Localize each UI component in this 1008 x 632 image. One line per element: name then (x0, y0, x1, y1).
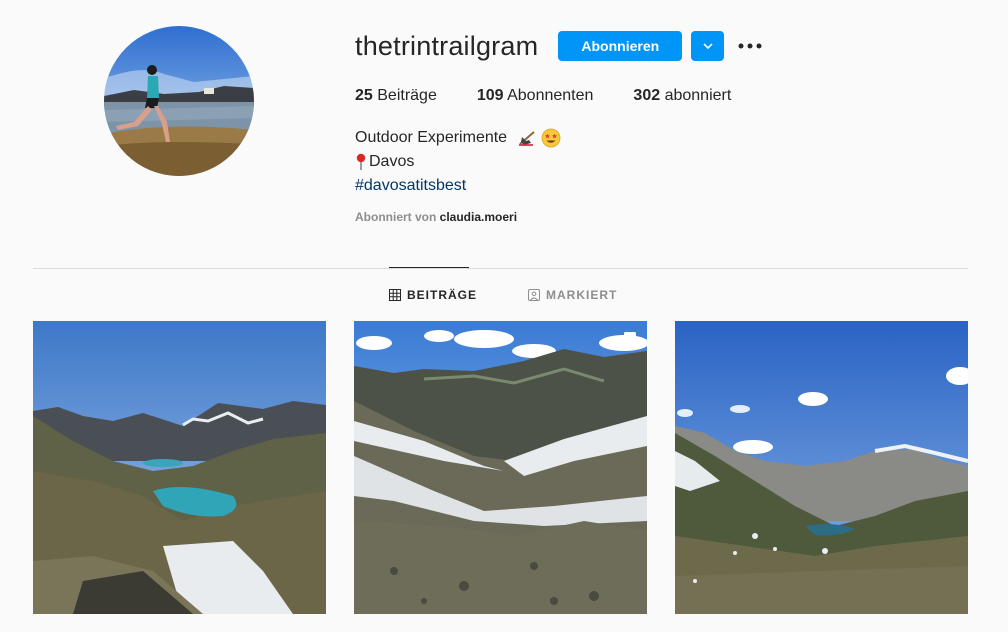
tabs-divider (33, 268, 968, 269)
hashtag-link[interactable]: #davosatitsbest (355, 174, 466, 198)
posts-stat: 25 Beiträge (355, 86, 437, 106)
followers-count: 109 (476, 87, 504, 104)
profile-bio: Outdoor Experimente Davos #davosatitsbes… (355, 126, 561, 198)
tab-posts-label: BEITRÄGE (407, 288, 478, 302)
star-struck-icon (541, 128, 561, 148)
followed-by[interactable]: Abonniert von claudia.moeri (355, 210, 517, 224)
pushpin-icon (356, 153, 366, 170)
tab-tagged[interactable]: MARKIERT (528, 288, 617, 302)
profile-avatar[interactable] (104, 26, 254, 176)
profile-stats: 25 Beiträge 109 Abonnenten 302 abonniert (355, 86, 771, 106)
profile-page: thetrintrailgram Abonnieren 25 Beiträge … (0, 0, 1008, 632)
profile-header: thetrintrailgram Abonnieren (355, 30, 763, 62)
posts-count: 25 (355, 87, 373, 104)
followed-by-user[interactable]: claudia.moeri (440, 210, 517, 224)
tab-tagged-label: MARKIERT (546, 288, 618, 302)
posts-label: Beiträge (377, 87, 437, 104)
username: thetrintrailgram (355, 31, 539, 61)
post-thumbnail[interactable] (675, 321, 968, 614)
suggestions-dropdown-button[interactable] (691, 31, 725, 61)
bio-line-2: Davos (355, 150, 561, 174)
following-stat[interactable]: 302 abonniert (633, 86, 731, 106)
post-thumbnail[interactable] (354, 321, 647, 614)
bio-location: Davos (369, 153, 415, 170)
bio-line-1: Outdoor Experimente (355, 126, 561, 150)
grid-icon (389, 289, 401, 301)
following-label: abonniert (664, 87, 732, 104)
profile-tabs: BEITRÄGE MARKIERT (0, 288, 1008, 304)
tab-posts[interactable]: BEITRÄGE (389, 288, 477, 302)
followed-by-prefix: Abonniert von (355, 210, 437, 224)
post-thumbnail[interactable] (33, 321, 326, 614)
more-options-icon (738, 43, 762, 49)
followers-label: Abonnenten (507, 87, 594, 104)
follow-button[interactable]: Abonnieren (558, 31, 683, 61)
bio-text: Outdoor Experimente (355, 129, 508, 146)
followers-stat[interactable]: 109 Abonnenten (477, 86, 594, 106)
multiple-images-icon (621, 332, 636, 347)
active-tab-indicator (389, 267, 469, 268)
boot-ski-icon (519, 131, 535, 146)
following-count: 302 (633, 87, 661, 104)
bio-line-3: #davosatitsbest (355, 174, 561, 198)
tagged-icon (528, 289, 540, 301)
more-options-button[interactable] (737, 31, 763, 61)
chevron-down-icon (703, 43, 713, 49)
